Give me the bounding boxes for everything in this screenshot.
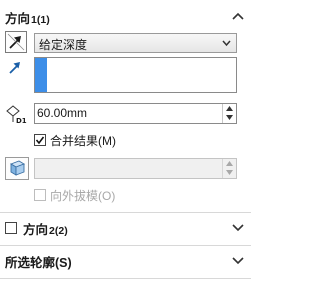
draft-icon [9,160,26,176]
direction-reference-list[interactable] [34,57,237,93]
direction1-title: 方向1(1) [5,11,50,26]
extrude-property-panel: 方向1(1) 给定深度 D1 60.00mm 合并结果(M) 向外拔模(O) 方… [0,0,251,292]
selected-contours-title: 所选轮廓(S) [5,255,72,270]
draft-toggle-button[interactable] [5,157,29,180]
direction-vector-icon-wrap [5,58,27,80]
svg-text:D1: D1 [16,117,27,125]
spin-down-icon[interactable] [226,115,233,120]
depth-value: 60.00mm [37,106,88,120]
chevron-up-icon[interactable] [232,11,244,21]
end-condition-select[interactable]: 给定深度 [34,33,237,53]
checkmark-icon [35,136,45,145]
merge-result-row[interactable]: 合并结果(M) [34,132,116,148]
depth-icon-wrap: D1 [4,103,30,125]
depth-spinner[interactable] [222,104,236,123]
depth-dimension-icon: D1 [6,105,27,125]
direction2-header[interactable]: 方向2(2) [0,217,251,239]
direction-reference-selection [35,58,47,92]
spin-up-icon[interactable] [226,161,233,166]
dropdown-arrow-icon [222,40,231,47]
section-divider [0,212,251,213]
merge-result-label: 合并结果(M) [50,133,116,148]
spin-up-icon[interactable] [226,106,233,111]
section-divider [0,245,251,246]
reverse-direction-button[interactable] [5,31,27,53]
draft-outward-checkbox[interactable] [34,189,46,201]
reverse-direction-icon [7,33,25,51]
direction2-title: 方向2(2) [23,222,68,237]
section-divider [0,278,251,279]
spin-down-icon[interactable] [226,170,233,175]
chevron-down-icon[interactable] [232,222,244,232]
depth-input[interactable]: 60.00mm [34,103,237,124]
draft-angle-input[interactable] [34,158,237,179]
direction2-checkbox[interactable] [5,222,17,234]
selected-contours-header[interactable]: 所选轮廓(S) [0,250,251,272]
direction-arrow-icon [9,62,20,74]
draft-outward-row[interactable]: 向外拔模(O) [34,187,115,203]
merge-result-checkbox[interactable] [34,134,46,146]
draft-outward-label: 向外拔模(O) [50,188,116,203]
end-condition-value: 给定深度 [39,38,88,52]
draft-angle-spinner[interactable] [222,159,236,178]
chevron-down-icon[interactable] [232,255,244,265]
direction1-header[interactable]: 方向1(1) [0,6,251,28]
